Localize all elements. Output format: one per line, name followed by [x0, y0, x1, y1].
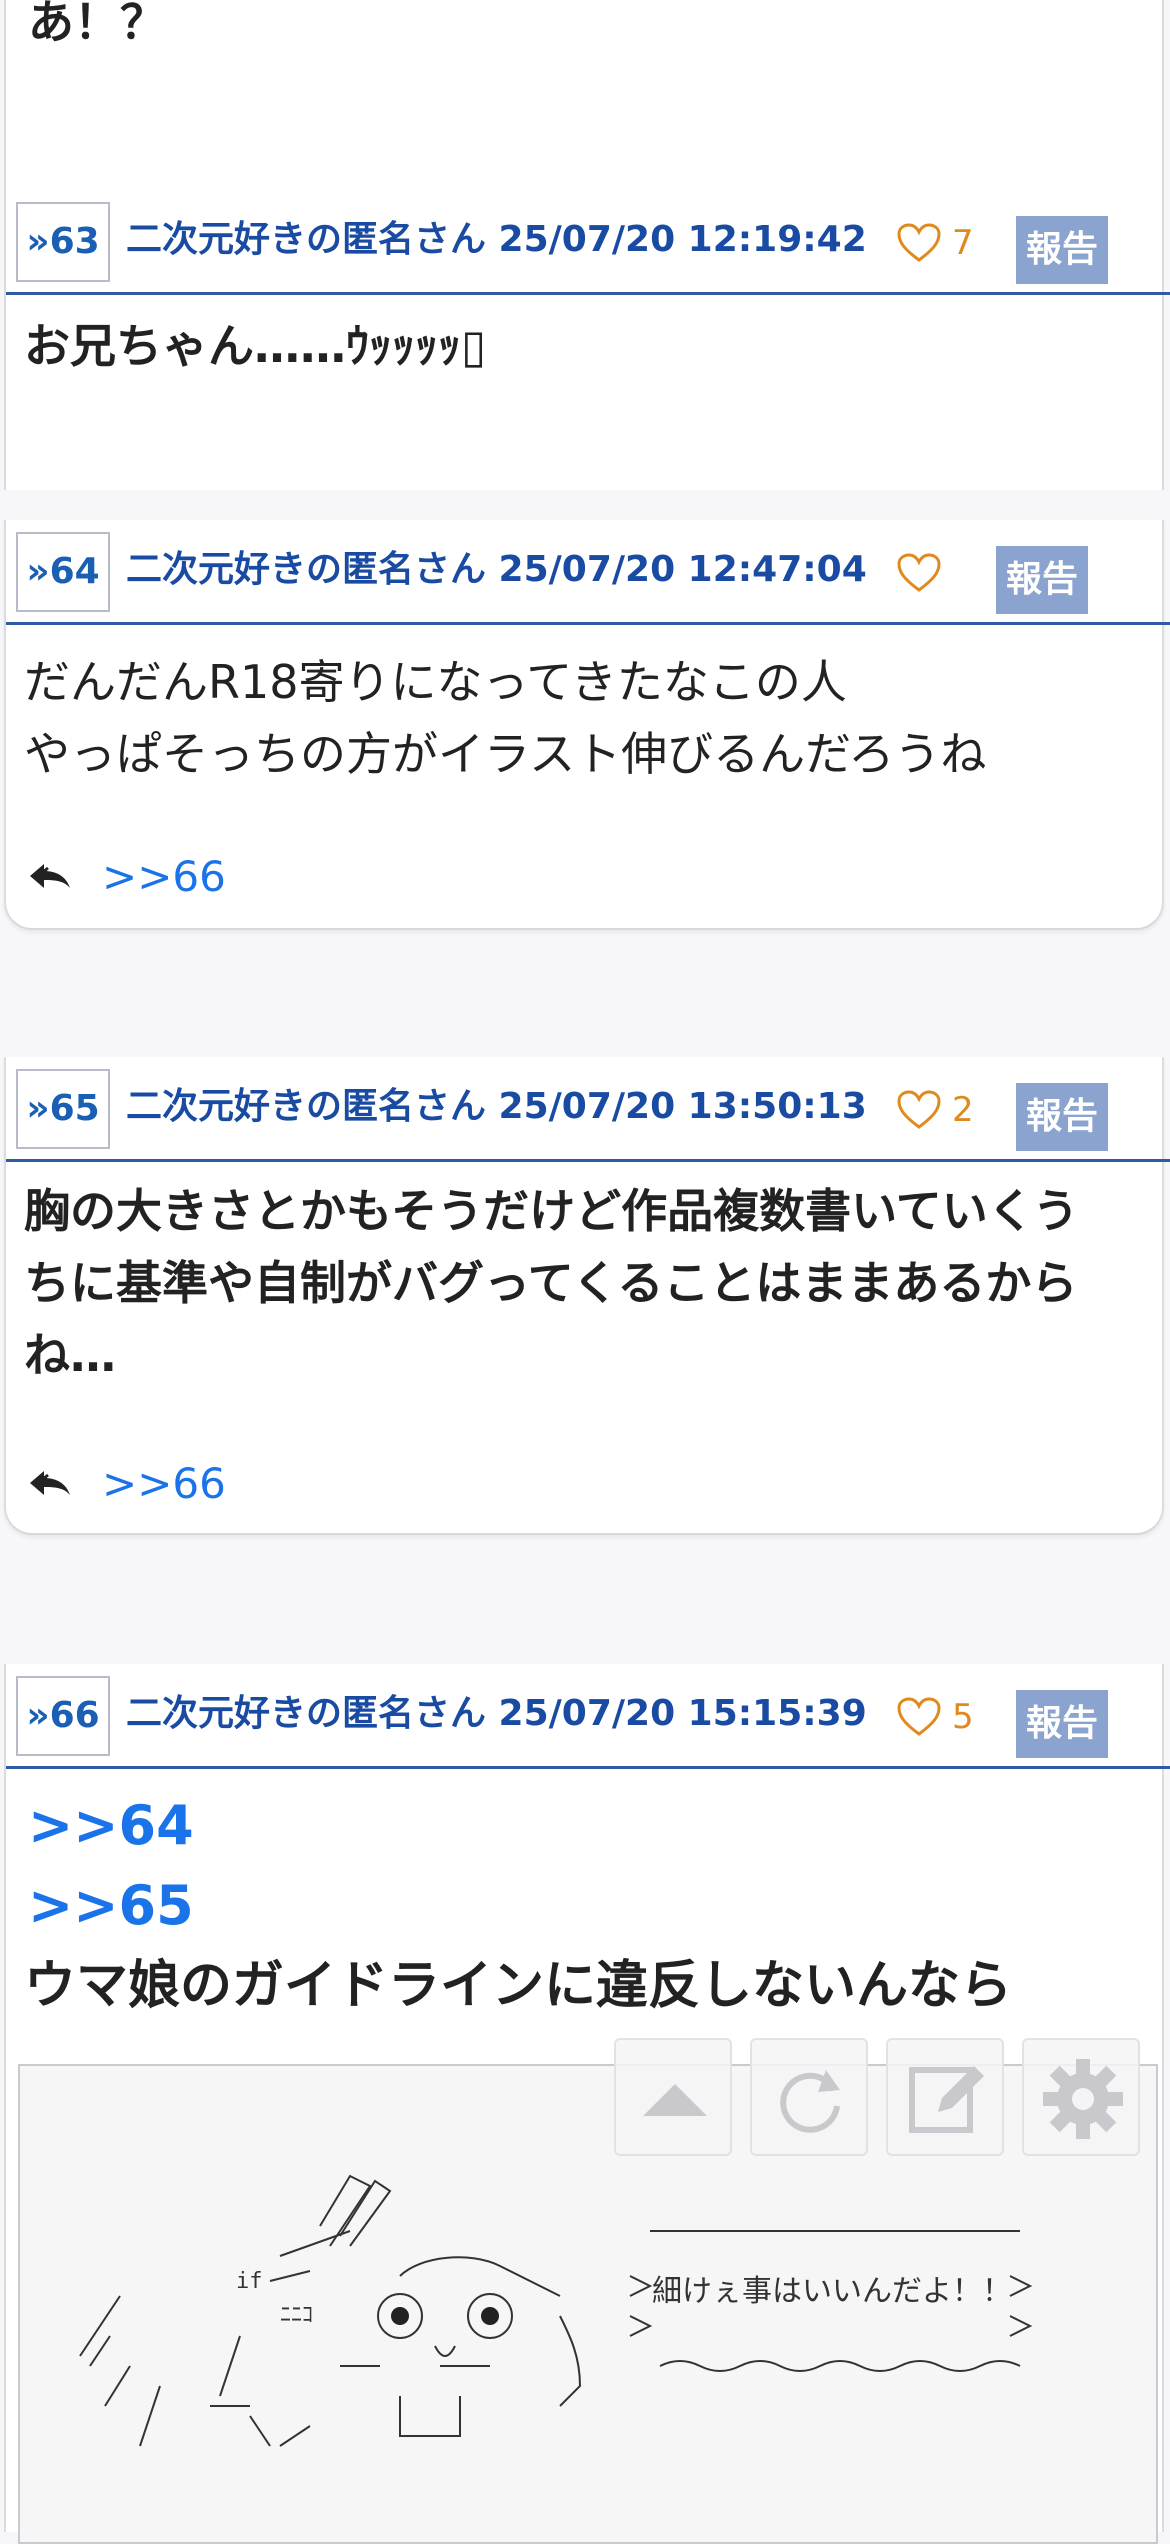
- post-64: »64 二次元好きの匿名さん 25/07/20 12:47:04 報告 だんだん…: [4, 520, 1170, 930]
- arrow-up-icon: [643, 2084, 707, 2116]
- reply-icon: [30, 864, 70, 888]
- post-body-line: 胸の大きさとかもそうだけど作品複数書いていくう: [24, 1184, 1079, 1238]
- report-button[interactable]: 報告: [996, 546, 1088, 614]
- post-body-line: やっぱそっちの方がイラスト伸びるんだろうね: [24, 727, 987, 781]
- image-caption-text: 細けぇ事はいいんだよ！！: [652, 2274, 1012, 2309]
- edit-icon: [909, 2066, 984, 2133]
- post-author-date: 二次元好きの匿名さん 25/07/20 15:15:39: [126, 1693, 867, 1734]
- post-divider: [6, 622, 1170, 625]
- like-count: 7: [952, 223, 974, 263]
- post-63: »63 二次元好きの匿名さん 25/07/20 12:19:42 7 報告 お兄…: [4, 190, 1170, 490]
- post-number-button[interactable]: »65: [16, 1069, 110, 1149]
- like-count: 2: [952, 1090, 974, 1130]
- heart-icon[interactable]: [896, 1089, 942, 1131]
- refresh-icon: [780, 2070, 840, 2133]
- anchor-link-65[interactable]: >>65: [28, 1866, 194, 1946]
- post-author-date: 二次元好きの匿名さん 25/07/20 13:50:13: [126, 1086, 867, 1127]
- anchor-link-64[interactable]: >>64: [28, 1786, 194, 1866]
- post-body-line: ね…: [24, 1328, 116, 1382]
- reply-anchor-link[interactable]: >>66: [102, 1459, 226, 1509]
- scroll-top-button[interactable]: [614, 2038, 732, 2156]
- settings-button[interactable]: [1022, 2038, 1140, 2156]
- post-number-button[interactable]: »66: [16, 1676, 110, 1756]
- post-divider: [6, 1766, 1170, 1769]
- report-button[interactable]: 報告: [1016, 1690, 1108, 1758]
- post-author-date: 二次元好きの匿名さん 25/07/20 12:47:04: [126, 549, 867, 590]
- heart-icon[interactable]: [896, 222, 942, 264]
- post-divider: [6, 1159, 1170, 1162]
- report-button[interactable]: 報告: [1016, 1083, 1108, 1151]
- refresh-button[interactable]: [750, 2038, 868, 2156]
- heart-icon[interactable]: [896, 552, 942, 594]
- post-author-date: 二次元好きの匿名さん 25/07/20 12:19:42: [126, 219, 867, 260]
- post-body-line: お兄ちゃん……ｳｯｯｯｯ▯: [24, 319, 487, 373]
- gear-icon: [1043, 2059, 1123, 2139]
- svg-text:if: if: [236, 2269, 263, 2294]
- heart-icon[interactable]: [896, 1696, 942, 1738]
- post-divider: [6, 292, 1170, 295]
- post-body-line: ウマ娘のガイドラインに違反しないんなら: [24, 1956, 1013, 2016]
- post-65: »65 二次元好きの匿名さん 25/07/20 13:50:13 2 報告 胸の…: [4, 1057, 1170, 1535]
- post-body-line: だんだんR18寄りになってきたなこの人: [24, 655, 847, 709]
- post-body-line: あ！？: [28, 0, 166, 49]
- reply-icon: [30, 1471, 70, 1495]
- post-number-button[interactable]: »63: [16, 202, 110, 282]
- post-number-button[interactable]: »64: [16, 532, 110, 612]
- reply-anchor-link[interactable]: >>66: [102, 852, 226, 902]
- post-body-line: ちに基準や自制がバグってくることはままあるから: [24, 1256, 1078, 1310]
- report-button[interactable]: 報告: [1016, 216, 1108, 284]
- compose-button[interactable]: [886, 2038, 1004, 2156]
- svg-text:ﾆﾆｺ: ﾆﾆｺ: [280, 2303, 313, 2328]
- like-count: 5: [952, 1697, 974, 1737]
